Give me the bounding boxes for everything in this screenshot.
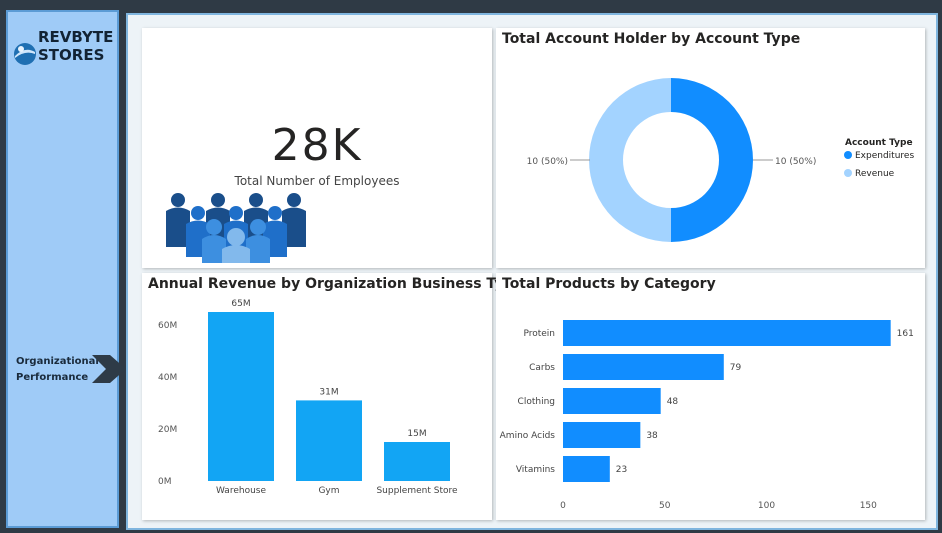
products-bar-chart-card[interactable]: Total Products by Category Protein 161 Car…: [496, 273, 925, 520]
kpi-value: 28K: [271, 120, 363, 171]
bar-gym[interactable]: [296, 400, 362, 481]
y-tick-label: 40M: [158, 373, 177, 383]
account-type-donut-card[interactable]: Total Account Holder by Account Type 10 …: [496, 28, 925, 268]
logo-icon: [14, 43, 36, 65]
y-category-label: Carbs: [529, 363, 555, 373]
donut-label-right: 10 (50%): [775, 157, 816, 167]
x-category-label: Gym: [318, 486, 339, 496]
donut-slice-revenue[interactable]: [589, 78, 671, 242]
legend-marker-expenditures: [844, 151, 852, 159]
arrow-right-icon: [92, 355, 126, 383]
bar-value-label: 79: [730, 363, 742, 373]
y-category-label: Clothing: [518, 397, 555, 407]
dashboard-canvas: 28K Total Number of Employees Total Acco…: [126, 13, 938, 530]
x-tick-label: 100: [758, 501, 775, 511]
people-group-icon: [166, 193, 306, 263]
bar-clothing[interactable]: [563, 388, 661, 414]
bar-amino-acids[interactable]: [563, 422, 641, 448]
bar-value-label: 31M: [319, 387, 338, 397]
x-tick-label: 0: [560, 501, 566, 511]
bar-supplement-store[interactable]: [384, 442, 450, 481]
legend-label-expenditures[interactable]: Expenditures: [855, 151, 914, 161]
revenue-bar-chart: 0M 20M 40M 60M 65M Warehouse 31M Gym 15M Suppleme…: [158, 299, 458, 496]
y-tick-label: 60M: [158, 321, 177, 331]
bar-value-label: 38: [646, 431, 658, 441]
bar-value-label: 15M: [407, 429, 426, 439]
bar-carbs[interactable]: [563, 354, 724, 380]
kpi-label: Total Number of Employees: [234, 174, 400, 188]
x-category-label: Supplement Store: [376, 486, 458, 496]
legend-marker-revenue: [844, 169, 852, 177]
donut-slice-expenditures[interactable]: [671, 78, 753, 242]
brand-line-2: STORES: [38, 46, 105, 64]
bar-vitamins[interactable]: [563, 456, 610, 482]
donut-chart: 10 (50%) 10 (50%) Account Type Expenditu…: [527, 78, 914, 242]
products-bar-chart: Protein 161 Carbs 79 Clothing 48 Amino Acids 38…: [500, 320, 914, 511]
nav-item-organizational-performance[interactable]: Organizational Performance: [16, 354, 99, 386]
donut-label-left: 10 (50%): [527, 157, 568, 167]
y-category-label: Protein: [523, 329, 555, 339]
y-tick-label: 20M: [158, 425, 177, 435]
bar-value-label: 161: [897, 329, 914, 339]
legend-title: Account Type: [845, 138, 913, 148]
y-category-label: Vitamins: [516, 465, 555, 475]
bar-value-label: 48: [667, 397, 679, 407]
employees-kpi-card[interactable]: 28K Total Number of Employees: [142, 28, 492, 268]
bar-protein[interactable]: [563, 320, 891, 346]
donut-title: Total Account Holder by Account Type: [502, 31, 801, 47]
bar-value-label: 65M: [231, 299, 250, 309]
brand-line-1: REVBYTE: [38, 28, 114, 46]
bar-value-label: 23: [616, 465, 627, 475]
legend-label-revenue[interactable]: Revenue: [855, 169, 895, 179]
x-tick-label: 50: [659, 501, 671, 511]
x-category-label: Warehouse: [216, 486, 266, 496]
revenue-title: Annual Revenue by Organization Business …: [148, 276, 523, 292]
products-title: Total Products by Category: [502, 276, 716, 292]
brand-name: REVBYTE STORES: [38, 28, 118, 64]
revenue-bar-chart-card[interactable]: Annual Revenue by Organization Business …: [142, 273, 523, 520]
x-tick-label: 150: [860, 501, 877, 511]
y-tick-label: 0M: [158, 477, 172, 487]
bar-warehouse[interactable]: [208, 312, 274, 481]
y-category-label: Amino Acids: [500, 431, 556, 441]
sidebar: REVBYTE STORES Organizational Performanc…: [6, 10, 126, 528]
